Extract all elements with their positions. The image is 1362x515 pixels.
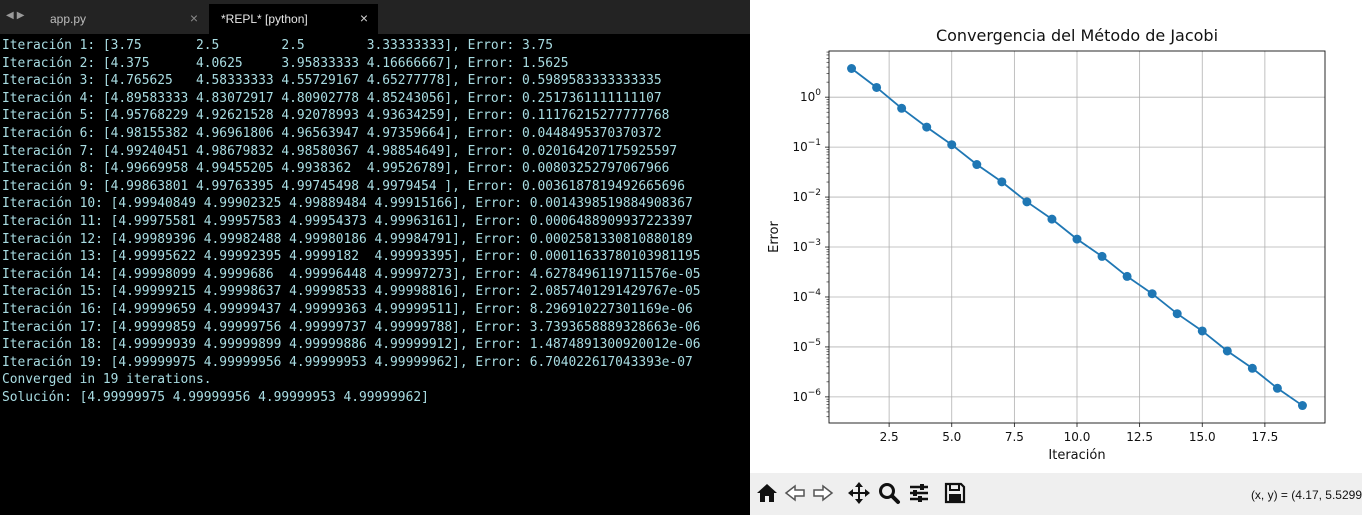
repl-editor-pane: ◀▶ app.py × *REPL* [python] × Iteración … xyxy=(0,0,750,515)
console-line: Iteración 6: [4.98155382 4.96961806 4.96… xyxy=(2,125,662,141)
console-line: Iteración 17: [4.99999859 4.99999756 4.9… xyxy=(2,319,701,335)
y-axis-label: Error xyxy=(767,221,782,253)
chart-title: Convergencia del Método de Jacobi xyxy=(936,26,1218,45)
console-line: Converged in 19 iterations. xyxy=(2,372,212,388)
console-line: Iteración 4: [4.89583333 4.83072917 4.80… xyxy=(2,90,662,106)
console-line: Iteración 16: [4.99999659 4.99999437 4.9… xyxy=(2,301,693,317)
tab-bar: ◀▶ app.py × *REPL* [python] × xyxy=(0,0,750,34)
tab-app-py[interactable]: app.py × xyxy=(38,4,208,34)
error-data-point xyxy=(1222,346,1232,356)
console-line: Iteración 13: [4.99995622 4.99992395 4.9… xyxy=(2,249,701,265)
error-data-point xyxy=(847,63,857,73)
tab-label: app.py xyxy=(50,12,87,26)
pan-icon[interactable] xyxy=(847,481,871,505)
y-tick-exponent: −1 xyxy=(808,138,821,148)
y-tick-label: 10−5 xyxy=(792,338,821,354)
error-data-point xyxy=(897,103,907,113)
y-tick-label: 100 xyxy=(800,88,821,104)
x-tick-label: 2.5 xyxy=(880,430,899,444)
x-tick-label: 7.5 xyxy=(1005,430,1024,444)
console-line: Solución: [4.99999975 4.99999956 4.99999… xyxy=(2,389,429,405)
error-data-point xyxy=(1022,197,1032,207)
error-data-point xyxy=(1297,401,1307,411)
console-line: Iteración 1: [3.75 2.5 2.5 3.33333333], … xyxy=(2,38,554,53)
error-data-point xyxy=(947,140,957,150)
forward-icon[interactable] xyxy=(811,481,835,505)
y-tick-label: 10−1 xyxy=(792,138,821,154)
x-tick-label: 17.5 xyxy=(1252,430,1279,444)
tab-label: *REPL* [python] xyxy=(221,12,308,26)
tab-repl-python[interactable]: *REPL* [python] × xyxy=(209,4,378,34)
console-line: Iteración 14: [4.99998099 4.9999686 4.99… xyxy=(2,266,701,282)
y-tick-base: 10 xyxy=(792,290,807,304)
y-tick-exponent: −4 xyxy=(808,288,822,298)
error-data-point xyxy=(1247,363,1257,373)
console-line: Iteración 9: [4.99863801 4.99763395 4.99… xyxy=(2,178,685,194)
y-tick-exponent: −5 xyxy=(808,338,821,348)
y-tick-base: 10 xyxy=(800,90,815,104)
console-line: Iteración 8: [4.99669958 4.99455205 4.99… xyxy=(2,161,670,177)
error-data-point xyxy=(1172,309,1182,319)
y-tick-base: 10 xyxy=(792,140,807,154)
y-tick-exponent: 0 xyxy=(815,88,821,98)
zoom-icon[interactable] xyxy=(877,481,901,505)
error-data-point xyxy=(922,122,932,132)
console-line: Iteración 5: [4.95768229 4.92621528 4.92… xyxy=(2,108,670,124)
back-icon[interactable] xyxy=(783,481,807,505)
console-line: Iteración 3: [4.765625 4.58333333 4.5572… xyxy=(2,73,662,89)
navigation-toolbar: (x, y) = (4.17, 5.5299 xyxy=(750,473,1362,515)
error-data-point xyxy=(1072,234,1082,244)
y-tick-base: 10 xyxy=(792,190,807,204)
matplotlib-figure-window: Convergencia del Método de Jacobi 2.5 5.0 7… xyxy=(750,0,1362,515)
close-icon[interactable]: × xyxy=(190,10,198,26)
x-tick-label: 10.0 xyxy=(1064,430,1091,444)
error-data-point xyxy=(1272,383,1282,393)
console-line: Iteración 7: [4.99240451 4.98679832 4.98… xyxy=(2,143,678,159)
console-line: Iteración 2: [4.375 4.0625 3.95833333 4.… xyxy=(2,55,569,71)
console-line: Iteración 19: [4.99999975 4.99999956 4.9… xyxy=(2,354,693,370)
repl-console-output[interactable]: Iteración 1: [3.75 2.5 2.5 3.33333333], … xyxy=(2,37,750,406)
y-tick-base: 10 xyxy=(792,240,807,254)
tab-nav-arrows-icon[interactable]: ◀▶ xyxy=(6,10,27,21)
y-tick-label: 10−4 xyxy=(792,288,821,304)
configure-subplots-icon[interactable] xyxy=(907,481,931,505)
save-icon[interactable] xyxy=(943,481,967,505)
y-tick-exponent: −3 xyxy=(808,238,821,248)
console-line: Iteración 18: [4.99999939 4.99999899 4.9… xyxy=(2,337,701,353)
error-data-point xyxy=(1047,214,1057,224)
error-data-point xyxy=(1147,289,1157,299)
y-tick-exponent: −2 xyxy=(808,188,821,198)
x-tick-label: 15.0 xyxy=(1189,430,1216,444)
error-data-point xyxy=(872,82,882,92)
y-tick-exponent: −6 xyxy=(808,388,822,398)
console-line: Iteración 11: [4.99975581 4.99957583 4.9… xyxy=(2,213,693,229)
y-tick-base: 10 xyxy=(792,340,807,354)
convergence-chart: Convergencia del Método de Jacobi 2.5 5.0 7… xyxy=(767,26,1326,463)
error-data-point xyxy=(972,160,982,170)
error-data-point xyxy=(997,177,1007,187)
x-tick-label: 5.0 xyxy=(942,430,961,444)
y-tick-base: 10 xyxy=(792,390,807,404)
error-data-point xyxy=(1197,326,1207,336)
x-axis-label: Iteración xyxy=(1048,448,1105,463)
close-icon[interactable]: × xyxy=(360,10,368,26)
y-tick-label: 10−6 xyxy=(792,388,821,404)
console-line: Iteración 12: [4.99989396 4.99982488 4.9… xyxy=(2,231,693,247)
error-data-point xyxy=(1122,271,1132,281)
y-tick-label: 10−2 xyxy=(792,188,821,204)
console-line: Iteración 15: [4.99999215 4.99998637 4.9… xyxy=(2,284,701,300)
console-line: Iteración 10: [4.99940849 4.99902325 4.9… xyxy=(2,196,693,212)
error-data-point xyxy=(1097,251,1107,261)
y-tick-label: 10−3 xyxy=(792,238,821,254)
home-icon[interactable] xyxy=(755,481,779,505)
x-tick-label: 12.5 xyxy=(1126,430,1153,444)
cursor-coordinates-readout: (x, y) = (4.17, 5.5299 xyxy=(1250,488,1362,502)
